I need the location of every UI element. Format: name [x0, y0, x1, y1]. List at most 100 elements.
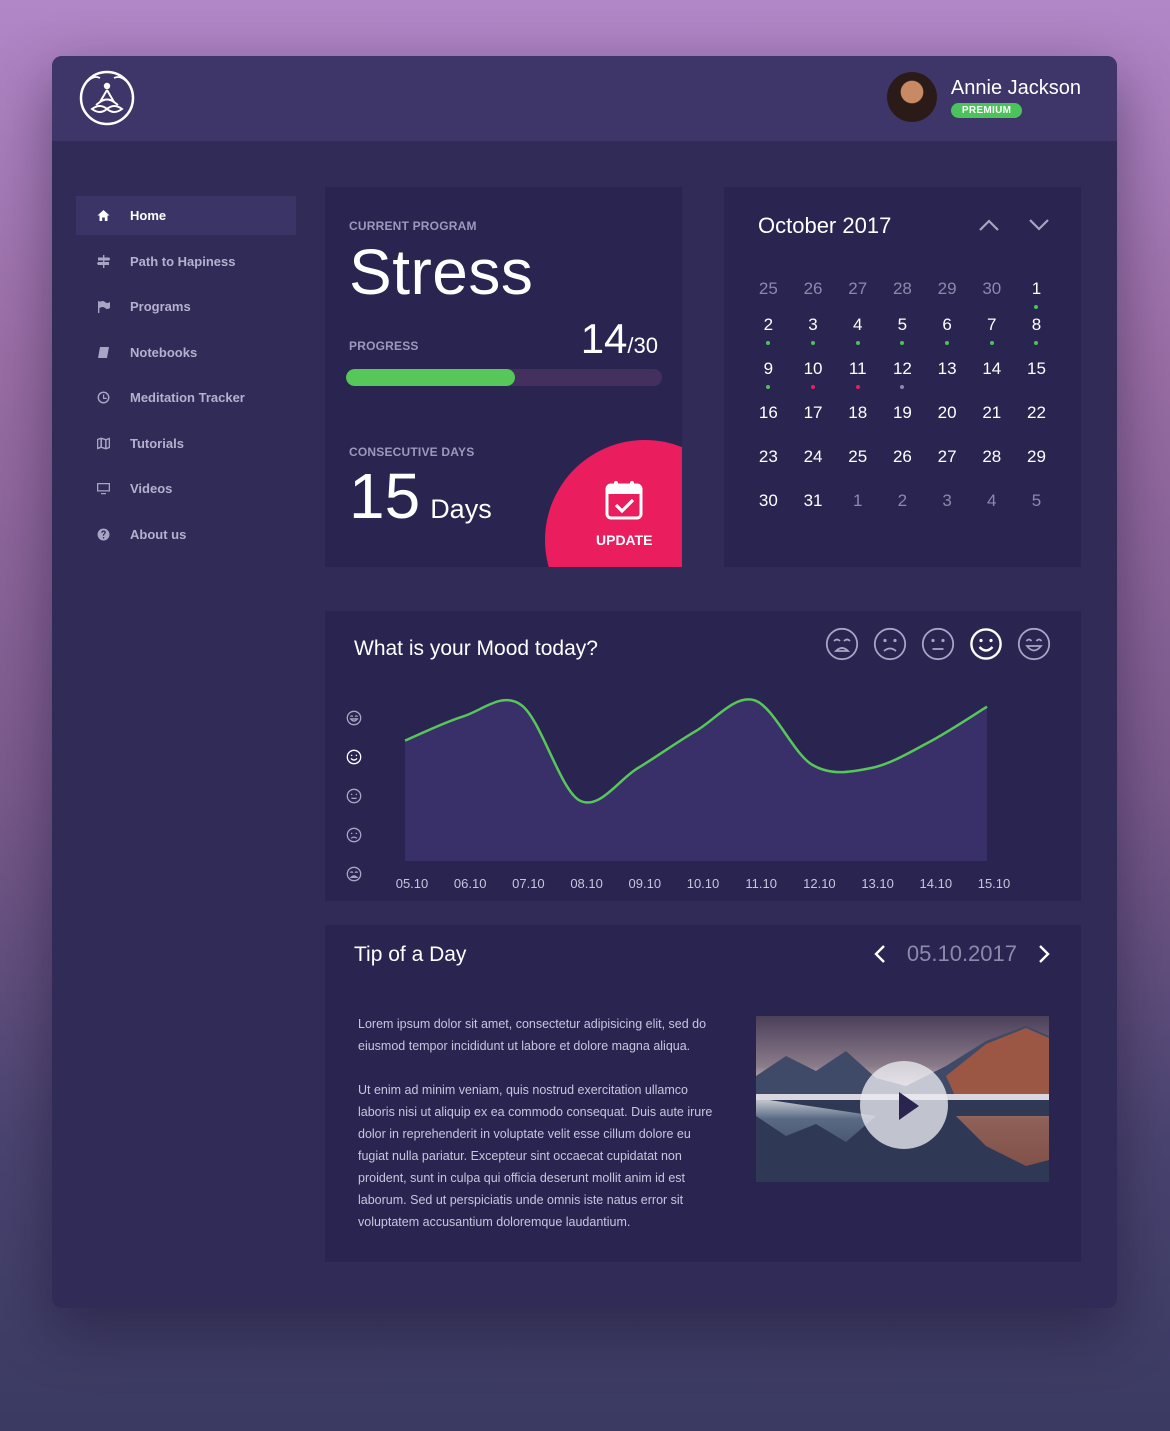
sidebar-item-notebooks[interactable]: Notebooks	[76, 333, 296, 372]
sidebar-item-tutorials[interactable]: Tutorials	[76, 424, 296, 463]
calendar-day-number: 23	[758, 447, 778, 466]
sidebar-item-label: Path to Hapiness	[130, 253, 236, 269]
calendar-day[interactable]: 27	[835, 279, 880, 315]
sidebar-item-about-us[interactable]: About us	[76, 515, 296, 554]
calendar-day-number: 14	[982, 359, 1002, 378]
calendar-grid: 25 26 27 28 29 30 1 2 3 4 5 6 7 8 9 10 11 12 13 14 15 16 17 18 1…	[746, 279, 1059, 535]
calendar-day[interactable]: 9	[746, 359, 791, 403]
calendar-day[interactable]: 28	[880, 279, 925, 315]
home-icon	[76, 209, 130, 222]
calendar-day[interactable]: 4	[969, 491, 1014, 535]
mood-selector	[811, 627, 1051, 661]
x-tick-label: 13.10	[861, 876, 894, 891]
calendar-day[interactable]: 1	[1014, 279, 1059, 315]
calendar-day[interactable]: 20	[925, 403, 970, 447]
calendar-day[interactable]: 17	[791, 403, 836, 447]
mood-area	[405, 699, 987, 861]
program-name: Stress	[349, 236, 534, 308]
grin-face-icon[interactable]	[1017, 627, 1051, 661]
calendar-day-number: 25	[758, 279, 778, 298]
sidebar-item-videos[interactable]: Videos	[76, 469, 296, 508]
chevron-up-icon[interactable]	[978, 217, 1000, 233]
tip-text: Lorem ipsum dolor sit amet, consectetur …	[358, 1013, 718, 1255]
calendar-day[interactable]: 6	[925, 315, 970, 359]
notebook-icon	[76, 346, 130, 359]
calendar-week: 9 10 11 12 13 14 15	[746, 359, 1059, 403]
calendar-day[interactable]: 3	[791, 315, 836, 359]
calendar-day-number: 6	[942, 315, 952, 334]
play-button[interactable]	[860, 1061, 948, 1149]
grin-face-icon	[346, 710, 362, 726]
calendar-day-marker	[1034, 341, 1039, 345]
sidebar-item-home[interactable]: Home	[76, 196, 296, 235]
calendar-day[interactable]: 31	[791, 491, 836, 535]
neutral-face-icon[interactable]	[921, 627, 955, 661]
calendar-day-number: 26	[892, 447, 912, 466]
sidebar: Home Path to Hapiness Programs Notebooks Med…	[76, 196, 296, 560]
calendar-day[interactable]: 29	[1014, 447, 1059, 491]
calendar-day[interactable]: 3	[925, 491, 970, 535]
smile-face-icon	[346, 749, 362, 765]
x-tick-label: 08.10	[570, 876, 603, 891]
video-thumbnail[interactable]	[756, 1016, 1049, 1182]
avatar[interactable]	[886, 72, 937, 122]
x-tick-label: 07.10	[512, 876, 545, 891]
calendar-day[interactable]: 16	[746, 403, 791, 447]
calendar-day[interactable]: 28	[969, 447, 1014, 491]
calendar-day[interactable]: 26	[880, 447, 925, 491]
calendar-day[interactable]: 2	[880, 491, 925, 535]
flag-icon	[76, 300, 130, 313]
chevron-left-icon[interactable]	[873, 943, 887, 965]
calendar-day-marker	[766, 385, 771, 389]
monitor-icon	[76, 482, 130, 495]
sidebar-item-path-to-hapiness[interactable]: Path to Hapiness	[76, 242, 296, 281]
user-name: Annie Jackson	[950, 76, 1081, 99]
calendar-day[interactable]: 21	[969, 403, 1014, 447]
calendar-day[interactable]: 12	[880, 359, 925, 403]
calendar-day[interactable]: 11	[835, 359, 880, 403]
calendar-day[interactable]: 13	[925, 359, 970, 403]
calendar-day-marker	[766, 341, 771, 345]
calendar-day[interactable]: 1	[835, 491, 880, 535]
calendar-day[interactable]: 25	[835, 447, 880, 491]
sad-face-icon[interactable]	[873, 627, 907, 661]
calendar-day[interactable]: 25	[746, 279, 791, 315]
x-tick-label: 14.10	[920, 876, 953, 891]
calendar-day[interactable]: 8	[1014, 315, 1059, 359]
calendar-day[interactable]: 5	[1014, 491, 1059, 535]
calendar-day[interactable]: 7	[969, 315, 1014, 359]
calendar-day[interactable]: 30	[969, 279, 1014, 315]
calendar-day-number: 27	[848, 279, 868, 298]
progress-label: PROGRESS	[349, 339, 419, 353]
calendar-day[interactable]: 29	[925, 279, 970, 315]
calendar-day[interactable]: 30	[746, 491, 791, 535]
crying-face-icon[interactable]	[825, 627, 859, 661]
progress-count: 14/30	[581, 315, 658, 363]
meditation-logo-icon[interactable]	[78, 69, 136, 127]
calendar-day[interactable]: 24	[791, 447, 836, 491]
sidebar-item-programs[interactable]: Programs	[76, 287, 296, 326]
calendar-day[interactable]: 18	[835, 403, 880, 447]
calendar-day[interactable]: 26	[791, 279, 836, 315]
neutral-face-icon	[346, 788, 362, 804]
calendar-day[interactable]: 27	[925, 447, 970, 491]
calendar-day[interactable]: 14	[969, 359, 1014, 403]
calendar-week: 23 24 25 26 27 28 29	[746, 447, 1059, 491]
crying-face-icon	[346, 866, 362, 882]
calendar-day-number: 1	[852, 491, 863, 510]
smile-face-icon[interactable]	[969, 627, 1003, 661]
calendar-day[interactable]: 2	[746, 315, 791, 359]
chevron-down-icon[interactable]	[1028, 217, 1050, 233]
user-profile[interactable]: Annie Jackson PREMIUM	[886, 72, 1081, 122]
calendar-day[interactable]: 10	[791, 359, 836, 403]
calendar-day[interactable]: 5	[880, 315, 925, 359]
x-tick-label: 15.10	[978, 876, 1011, 891]
calendar-day[interactable]: 15	[1014, 359, 1059, 403]
update-button[interactable]: UPDATE	[545, 440, 682, 567]
calendar-day[interactable]: 23	[746, 447, 791, 491]
sidebar-item-meditation-tracker[interactable]: Meditation Tracker	[76, 378, 296, 417]
chevron-right-icon[interactable]	[1037, 943, 1051, 965]
calendar-day[interactable]: 19	[880, 403, 925, 447]
calendar-day[interactable]: 22	[1014, 403, 1059, 447]
calendar-day[interactable]: 4	[835, 315, 880, 359]
